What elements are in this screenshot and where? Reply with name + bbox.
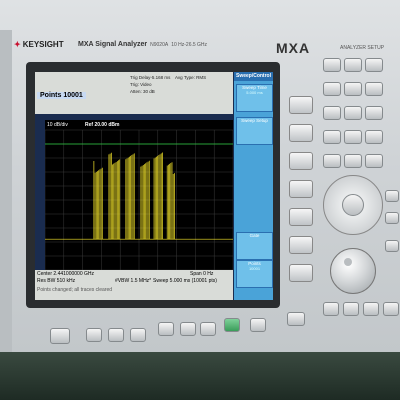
softkey-value: 5.000 ms [246, 90, 263, 95]
atten-text: Atten: 30 dB [130, 89, 155, 94]
softkey-value: 10001 [248, 266, 261, 271]
res-bw: Res BW 510 kHz [37, 278, 76, 284]
physical-softkey-2[interactable] [289, 124, 313, 142]
setup-key-8[interactable] [344, 106, 362, 120]
trace-plot: 10 dB/div Ref 20.00 dBm [45, 120, 233, 290]
bottom-key-2[interactable] [108, 328, 124, 342]
center-freq: Center 2.441000000 GHz [37, 271, 94, 277]
bottom-key-1[interactable] [86, 328, 102, 342]
setup-key-4[interactable] [323, 82, 341, 96]
series-label: MXA [276, 40, 311, 56]
setup-key-7[interactable] [323, 106, 341, 120]
bottom-key-4[interactable] [158, 322, 174, 336]
setup-key-2[interactable] [344, 58, 362, 72]
setup-key-5[interactable] [344, 82, 362, 96]
avg-type-text: Avg Type: RMS [175, 75, 207, 80]
display-screen: Trig Delay-5.168 ms Trig: Video Atten: 3… [35, 72, 273, 300]
physical-softkey-7[interactable] [289, 264, 313, 282]
measurement-header: Trig Delay-5.168 ms Trig: Video Atten: 3… [35, 72, 233, 114]
instrument-left-rail [0, 30, 12, 352]
burst-5 [153, 152, 163, 240]
physical-softkey-4[interactable] [289, 180, 313, 198]
setup-key-11[interactable] [344, 130, 362, 144]
bottom-key-5[interactable] [180, 322, 196, 336]
burst-2 [108, 152, 121, 240]
setup-key-1[interactable] [323, 58, 341, 72]
softkey-sweep-setup[interactable]: Sweep Setup [236, 117, 273, 145]
measurement-footer: Center 2.441000000 GHz Res BW 510 kHz #V… [35, 270, 233, 300]
softkey-gate[interactable]: Gate [236, 232, 273, 260]
numpad-key-2[interactable] [343, 302, 359, 316]
burst-6 [166, 162, 175, 240]
bottom-key-6[interactable] [200, 322, 216, 336]
setup-key-15[interactable] [365, 154, 383, 168]
physical-softkey-1[interactable] [289, 96, 313, 114]
ref-level-label: Ref 20.00 dBm [85, 122, 120, 128]
analyzer-setup-label: ANALYZER SETUP [340, 45, 385, 51]
select-key[interactable] [385, 190, 399, 202]
physical-softkey-3[interactable] [289, 152, 313, 170]
burst-3 [125, 153, 135, 240]
numpad-key-4[interactable] [383, 302, 399, 316]
numpad-key-3[interactable] [363, 302, 379, 316]
trace-chart [45, 129, 233, 270]
setup-key-14[interactable] [344, 154, 362, 168]
setup-key-12[interactable] [365, 130, 383, 144]
setup-key-10[interactable] [323, 130, 341, 144]
power-key[interactable] [50, 328, 70, 344]
sweep-time: Sweep 5.000 ms (10001 pts) [153, 278, 217, 284]
softkey-label: Sweep Setup [241, 118, 268, 123]
bottom-key-7[interactable] [250, 318, 266, 332]
escape-key[interactable] [385, 212, 399, 224]
setup-key-6[interactable] [365, 82, 383, 96]
softkey-points[interactable]: Points 10001 [236, 260, 273, 288]
brand-logo: ✦ KEYSIGHT [14, 40, 64, 49]
softkey-label: Gate [249, 233, 260, 238]
bench-surface [0, 352, 400, 400]
physical-softkey-6[interactable] [289, 236, 313, 254]
vbw: #VBW 1.5 MHz* [115, 278, 152, 284]
return-key[interactable] [287, 312, 305, 326]
preset-key[interactable] [224, 318, 240, 332]
bottom-key-3[interactable] [130, 328, 146, 342]
trig-text: Trig: Video [130, 82, 152, 87]
setup-key-13[interactable] [323, 154, 341, 168]
scale-label: 10 dB/div [47, 122, 68, 128]
model-name: MXA Signal Analyzer N9020A 10 Hz-26.5 GHz [78, 41, 208, 48]
dpad-center-button[interactable] [342, 194, 364, 216]
undo-key[interactable] [385, 240, 399, 252]
trig-delay-text: Trig Delay-5.168 ms [130, 75, 171, 80]
knob-dimple [344, 258, 352, 266]
rotary-knob[interactable] [330, 248, 376, 294]
softkey-menu: Sweep/Control Sweep Time 5.000 ms Sweep … [234, 72, 273, 300]
physical-softkey-5[interactable] [289, 208, 313, 226]
setup-key-9[interactable] [365, 106, 383, 120]
numpad-key-1[interactable] [323, 302, 339, 316]
softkey-menu-title: Sweep/Control [234, 72, 273, 81]
span: Span 0 Hz [190, 271, 214, 277]
setup-key-3[interactable] [365, 58, 383, 72]
points-title: Points 10001 [37, 92, 86, 99]
status-message: Points changed; all traces cleared [37, 287, 113, 293]
softkey-sweep-time[interactable]: Sweep Time 5.000 ms [236, 84, 273, 112]
